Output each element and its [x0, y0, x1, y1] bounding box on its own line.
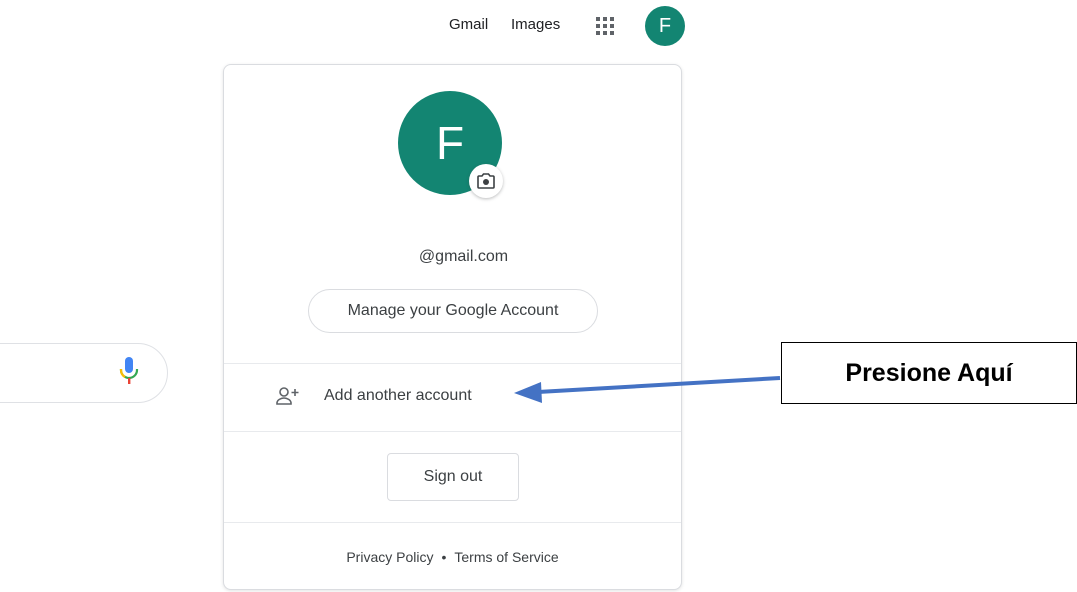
manage-account-button[interactable]: Manage your Google Account — [308, 289, 598, 333]
add-another-account-item[interactable]: Add another account — [224, 364, 681, 430]
microphone-icon[interactable] — [118, 356, 140, 386]
divider — [224, 522, 681, 523]
images-link[interactable]: Images — [511, 16, 560, 33]
gmail-link[interactable]: Gmail — [449, 16, 488, 33]
sign-out-button[interactable]: Sign out — [387, 453, 519, 501]
card-footer: Privacy Policy • Terms of Service — [224, 549, 681, 565]
account-avatar-button[interactable]: F — [645, 6, 685, 46]
apps-grid-icon[interactable] — [593, 14, 617, 38]
account-email: @gmail.com — [418, 248, 509, 265]
privacy-policy-link[interactable]: Privacy Policy — [346, 549, 433, 565]
page: Gmail Images F F @gmail.com Manage your … — [0, 0, 1077, 592]
terms-of-service-link[interactable]: Terms of Service — [454, 549, 558, 565]
annotation-callout: Presione Aquí — [781, 342, 1077, 404]
camera-icon[interactable] — [469, 164, 503, 198]
search-box[interactable] — [0, 343, 168, 403]
person-add-icon — [275, 386, 301, 406]
footer-separator: • — [441, 549, 447, 565]
divider — [224, 431, 681, 432]
account-card: F @gmail.com Manage your Google Account … — [223, 64, 682, 590]
add-another-account-label: Add another account — [324, 387, 472, 404]
